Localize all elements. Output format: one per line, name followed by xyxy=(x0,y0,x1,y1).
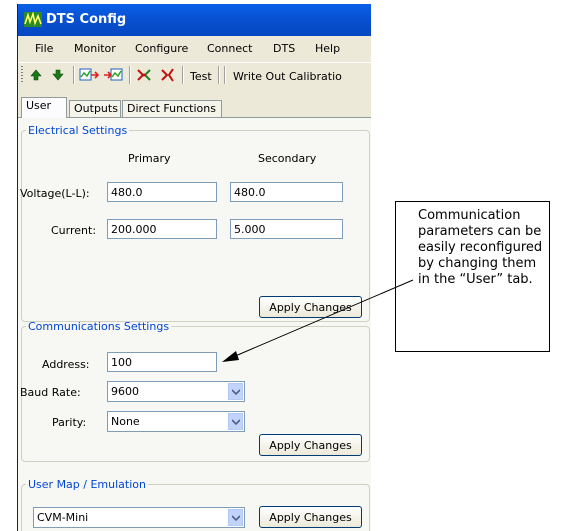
read-button[interactable] xyxy=(78,66,100,84)
window-title: DTS Config xyxy=(46,12,127,27)
toolbar-separator xyxy=(218,66,220,84)
parity-select[interactable]: None xyxy=(107,411,245,432)
primary-column-label: Primary xyxy=(128,152,171,165)
voltage-secondary-field[interactable]: 480.0 xyxy=(230,182,343,202)
arrow-down-icon xyxy=(52,69,64,81)
app-window: DTS Config File Monitor Configure Connec… xyxy=(17,4,371,531)
connect-button[interactable] xyxy=(134,66,154,84)
user-map-legend: User Map / Emulation xyxy=(28,478,146,491)
menu-bar: File Monitor Configure Connect DTS Help xyxy=(18,37,371,59)
test-button[interactable]: Test xyxy=(190,70,212,83)
menu-dts[interactable]: DTS xyxy=(273,42,295,55)
write-icon xyxy=(104,68,123,81)
read-icon xyxy=(79,68,99,81)
user-map-apply-button[interactable]: Apply Changes xyxy=(259,506,362,528)
callout-box: Communication parameters can be easily r… xyxy=(395,201,550,352)
user-map-value: CVM-Mini xyxy=(37,511,89,524)
baud-rate-select[interactable]: 9600 xyxy=(107,381,245,402)
voltage-primary-field[interactable]: 480.0 xyxy=(107,182,217,202)
address-label: Address: xyxy=(42,358,90,371)
address-field[interactable]: 100 xyxy=(107,352,217,372)
tab-outputs[interactable]: Outputs xyxy=(69,100,121,117)
arrow-down-button[interactable] xyxy=(49,66,67,84)
menu-file[interactable]: File xyxy=(35,42,53,55)
communications-settings-legend: Communications Settings xyxy=(28,320,170,333)
user-map-select[interactable]: CVM-Mini xyxy=(33,507,245,528)
arrow-up-icon xyxy=(30,69,42,81)
write-button[interactable] xyxy=(102,66,124,84)
current-secondary-field[interactable]: 5.000 xyxy=(230,219,343,239)
parity-value: None xyxy=(111,415,140,428)
write-out-calibration-button[interactable]: Write Out Calibratio xyxy=(233,70,342,83)
menu-monitor[interactable]: Monitor xyxy=(74,42,116,55)
electrical-apply-button[interactable]: Apply Changes xyxy=(259,296,362,318)
electrical-settings-legend: Electrical Settings xyxy=(28,124,128,137)
baud-rate-label: Baud Rate: xyxy=(20,386,81,399)
menu-connect[interactable]: Connect xyxy=(207,42,252,55)
parity-label: Parity: xyxy=(52,416,87,429)
title-bar[interactable]: DTS Config xyxy=(18,4,371,36)
toolbar-separator xyxy=(129,66,131,84)
toolbar-separator xyxy=(73,66,75,84)
dropdown-arrow-icon[interactable] xyxy=(228,509,243,526)
disconnect-icon xyxy=(161,68,174,82)
toolbar-separator xyxy=(224,66,226,84)
menu-configure[interactable]: Configure xyxy=(135,42,188,55)
toolbar: Test Write Out Calibratio xyxy=(18,62,371,87)
baud-rate-value: 9600 xyxy=(111,385,139,398)
arrow-up-button[interactable] xyxy=(27,66,45,84)
connect-icon xyxy=(137,69,151,81)
app-icon xyxy=(24,12,42,27)
current-primary-field[interactable]: 200.000 xyxy=(107,219,217,239)
user-tab-panel: Electrical Settings Primary Secondary Vo… xyxy=(18,117,371,531)
secondary-column-label: Secondary xyxy=(258,152,317,165)
toolbar-separator xyxy=(182,66,184,84)
dropdown-arrow-icon[interactable] xyxy=(228,383,243,400)
voltage-label: Voltage(L-L): xyxy=(20,187,90,200)
tab-user[interactable]: User xyxy=(21,97,67,118)
toolbar-grip[interactable] xyxy=(21,66,23,84)
disconnect-button[interactable] xyxy=(157,66,177,84)
dropdown-arrow-icon[interactable] xyxy=(228,413,243,430)
communications-apply-button[interactable]: Apply Changes xyxy=(259,434,362,456)
current-label: Current: xyxy=(51,224,97,237)
menu-help[interactable]: Help xyxy=(315,42,340,55)
tab-strip: User Outputs Direct Functions xyxy=(18,97,371,119)
tab-direct-functions[interactable]: Direct Functions xyxy=(122,100,222,117)
